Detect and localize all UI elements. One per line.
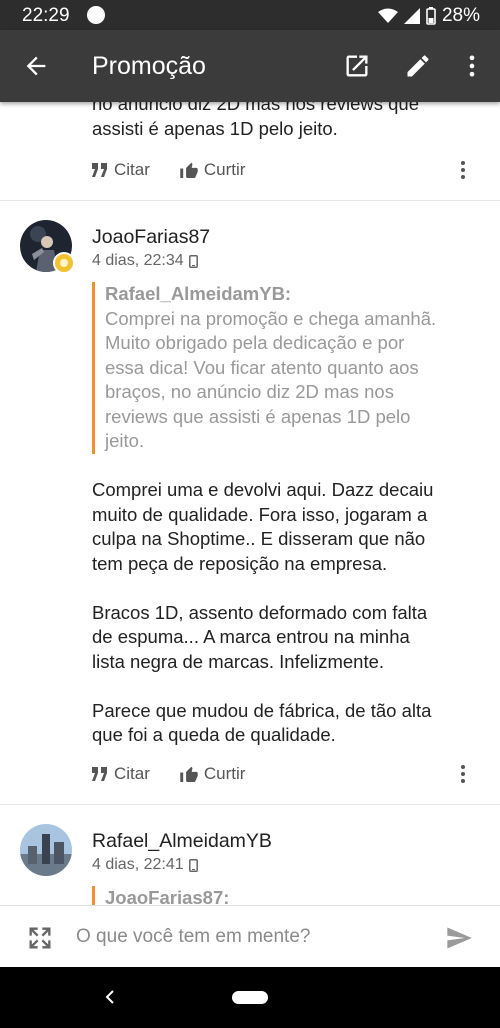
system-nav-bar xyxy=(0,967,500,1028)
avatar[interactable] xyxy=(20,824,72,876)
battery-icon xyxy=(426,7,436,25)
comment-line: tem peça de reposição na empresa. xyxy=(92,552,388,574)
send-icon[interactable] xyxy=(444,924,474,952)
comment-line: muito de qualidade. Fora isso, jogaram a xyxy=(92,503,428,525)
battery-percent: 28% xyxy=(441,5,480,26)
comment-actions: Citar Curtir xyxy=(92,158,275,182)
like-label: Curtir xyxy=(203,764,246,783)
quote-button[interactable]: Citar xyxy=(92,160,150,180)
quoted-author: JoaoFarias87: xyxy=(105,887,230,905)
comment-author[interactable]: Rafael_AlmeidamYB xyxy=(92,830,272,853)
comment-more-icon[interactable] xyxy=(456,158,470,182)
quoted-line: essa dica! Vou ficar atento quanto aos xyxy=(105,356,419,378)
quoted-line: braços, no anúncio diz 2D mas nos xyxy=(105,381,394,402)
comment-line: assisti é apenas 1D pelo jeito. xyxy=(92,117,338,139)
expand-icon[interactable] xyxy=(26,924,54,952)
comment-line: no anúncio diz 2D mas nos reviews que xyxy=(92,102,420,114)
quote-label: Citar xyxy=(114,764,150,783)
edit-pencil-icon[interactable] xyxy=(404,52,432,80)
comment-line: Comprei uma e devolvi aqui. Dazz decaiu xyxy=(92,479,434,500)
comment-actions: Citar Curtir xyxy=(92,762,275,786)
comment-line: Bracos 1D, assento deformado com falta xyxy=(92,601,428,623)
open-external-icon[interactable] xyxy=(343,52,371,80)
comment-line: de espuma... A marca entrou na minha xyxy=(92,626,410,647)
quoted-line: jeito. xyxy=(105,430,145,451)
divider xyxy=(0,200,500,201)
quote-icon xyxy=(92,767,107,781)
level-badge-icon xyxy=(53,252,75,274)
comment-meta: 4 dias, 22:34 xyxy=(92,252,198,270)
comment-body: Comprei uma e devolvi aqui. Dazz decaiu … xyxy=(92,478,433,748)
nav-home-pill[interactable] xyxy=(232,991,268,1004)
thumbs-up-icon xyxy=(180,766,198,782)
like-label: Curtir xyxy=(203,160,246,179)
mobile-device-icon xyxy=(188,254,198,268)
like-button[interactable]: Curtir xyxy=(180,764,246,784)
wifi-icon xyxy=(377,8,398,23)
quote-label: Citar xyxy=(114,160,150,179)
mobile-device-icon xyxy=(188,858,198,872)
reply-composer: O que você tem em mente? xyxy=(0,905,500,968)
quote-button[interactable]: Citar xyxy=(92,764,150,784)
notification-dot-icon xyxy=(87,6,105,24)
status-icons: 28% xyxy=(377,5,480,27)
divider xyxy=(0,804,500,805)
status-bar: 22:29 28% xyxy=(0,0,500,30)
comment-line: culpa na Shoptime.. E disseram que não xyxy=(92,528,426,549)
comment-line: Parece que mudou de fábrica, de tão alta xyxy=(92,699,432,721)
thumbs-up-icon xyxy=(180,162,198,178)
quoted-line: Muito obrigado pela dedicação e por xyxy=(105,332,405,353)
quoted-comment: JoaoFarias87: xyxy=(92,886,495,905)
overflow-menu-icon[interactable] xyxy=(458,52,486,80)
comment-line: lista negra de marcas. Infelizmente. xyxy=(92,650,385,672)
quote-icon xyxy=(92,163,107,177)
comment-thread[interactable]: no anúncio diz 2D mas nos reviews que as… xyxy=(0,102,500,905)
comment-timestamp: 4 dias, 22:34 xyxy=(92,252,184,269)
reply-input[interactable]: O que você tem em mente? xyxy=(76,926,310,948)
comment-meta: 4 dias, 22:41 xyxy=(92,856,198,874)
comment-timestamp: 4 dias, 22:41 xyxy=(92,856,184,873)
app-bar: Promoção xyxy=(0,30,500,102)
signal-icon xyxy=(403,8,420,24)
avatar-image xyxy=(20,824,72,876)
quoted-comment: Rafael_AlmeidamYB: Comprei na promoção e… xyxy=(92,282,495,454)
status-time: 22:29 xyxy=(22,5,70,26)
quoted-author: Rafael_AlmeidamYB: xyxy=(105,283,292,304)
page-title: Promoção xyxy=(92,52,206,80)
nav-back-icon[interactable] xyxy=(102,987,118,1007)
comment-line: que foi a queda de qualidade. xyxy=(92,724,336,745)
back-arrow-icon[interactable] xyxy=(22,52,50,80)
comment-body: no anúncio diz 2D mas nos reviews que as… xyxy=(92,102,419,141)
quoted-line: reviews que assisti é apenas 1D pelo xyxy=(105,405,411,427)
quoted-line: Comprei na promoção e chega amanhã. xyxy=(105,307,437,329)
comment-more-icon[interactable] xyxy=(456,762,470,786)
comment-author[interactable]: JoaoFarias87 xyxy=(92,226,210,249)
like-button[interactable]: Curtir xyxy=(180,160,246,180)
